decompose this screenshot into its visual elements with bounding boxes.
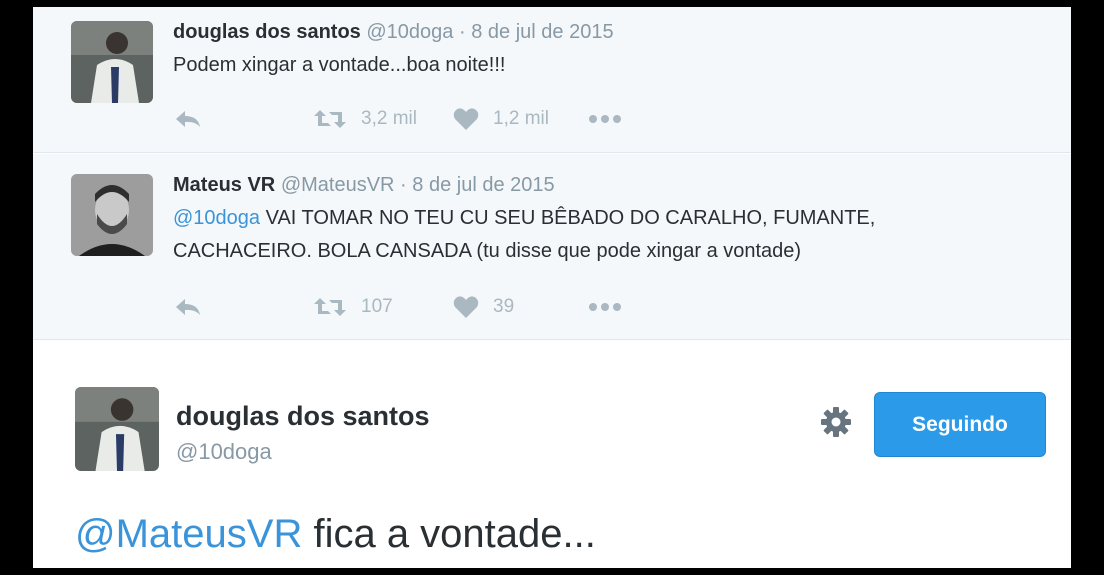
more-button[interactable] (588, 104, 622, 134)
tweet-actions: 3,2 mil 1,2 mil (173, 104, 673, 134)
mention-link[interactable]: @MateusVR (75, 512, 302, 556)
heart-icon (453, 108, 479, 130)
retweet-button[interactable]: 3,2 mil (313, 104, 417, 134)
author-name[interactable]: Mateus VR (173, 174, 275, 196)
avatar[interactable] (75, 387, 159, 471)
reply-icon (176, 111, 200, 127)
like-button[interactable]: 1,2 mil (453, 104, 549, 134)
heart-icon (453, 296, 479, 318)
tweet-conversation: douglas dos santos @10doga · 8 de jul de… (33, 7, 1071, 568)
separator: · (400, 174, 407, 196)
tweet-header: douglas dos santos @10doga · 8 de jul de… (173, 21, 614, 44)
separator: · (458, 21, 466, 43)
retweet-icon (314, 298, 346, 316)
like-count: 39 (493, 296, 515, 317)
mention-link[interactable]: @10doga (173, 207, 260, 229)
retweet-count: 107 (361, 296, 393, 317)
more-icon (589, 115, 621, 123)
tweet-actions: 107 39 (173, 292, 673, 322)
tweet-text-line: @10doga VAI TOMAR NO TEU CU SEU BÊBADO D… (173, 202, 1013, 235)
reply-icon (176, 299, 200, 315)
like-button[interactable]: 39 (453, 292, 514, 322)
tweet-date[interactable]: 8 de jul de 2015 (471, 21, 613, 43)
tweet-text-segment: VAI TOMAR NO TEU CU SEU BÊBADO DO CARALH… (260, 207, 876, 229)
more-icon (589, 303, 621, 311)
avatar[interactable] (71, 174, 153, 256)
retweet-button[interactable]: 107 (313, 292, 393, 322)
tweet-text: Podem xingar a vontade...boa noite!!! (173, 54, 506, 76)
author-name[interactable]: douglas dos santos (173, 21, 361, 43)
like-count: 1,2 mil (493, 108, 549, 129)
tweet-text-segment: fica a vontade... (302, 512, 596, 556)
reply-button[interactable] (173, 104, 203, 134)
reply-button[interactable] (173, 292, 203, 322)
main-tweet: douglas dos santos @10doga Seguindo @Mat… (33, 341, 1071, 568)
author-handle[interactable]: @10doga (366, 21, 453, 43)
author-name[interactable]: douglas dos santos (176, 401, 430, 432)
tweet-text: @10doga VAI TOMAR NO TEU CU SEU BÊBADO D… (173, 202, 1013, 268)
tweet-header: Mateus VR @MateusVR · 8 de jul de 2015 (173, 174, 555, 197)
tweet-mateus[interactable]: Mateus VR @MateusVR · 8 de jul de 2015 @… (33, 154, 1071, 340)
settings-button[interactable] (819, 405, 853, 439)
retweet-icon (314, 110, 346, 128)
tweet-text: @MateusVR fica a vontade... (75, 509, 596, 559)
author-handle[interactable]: @10doga (176, 439, 272, 465)
retweet-count: 3,2 mil (361, 108, 417, 129)
tweet-date[interactable]: 8 de jul de 2015 (412, 174, 554, 196)
tweet-douglas[interactable]: douglas dos santos @10doga · 8 de jul de… (33, 7, 1071, 153)
tweet-text-line: CACHACEIRO. BOLA CANSADA (tu disse que p… (173, 240, 802, 262)
more-button[interactable] (588, 292, 622, 322)
author-handle[interactable]: @MateusVR (281, 174, 395, 196)
gear-icon (821, 407, 851, 437)
avatar[interactable] (71, 21, 153, 103)
following-button[interactable]: Seguindo (874, 392, 1046, 457)
